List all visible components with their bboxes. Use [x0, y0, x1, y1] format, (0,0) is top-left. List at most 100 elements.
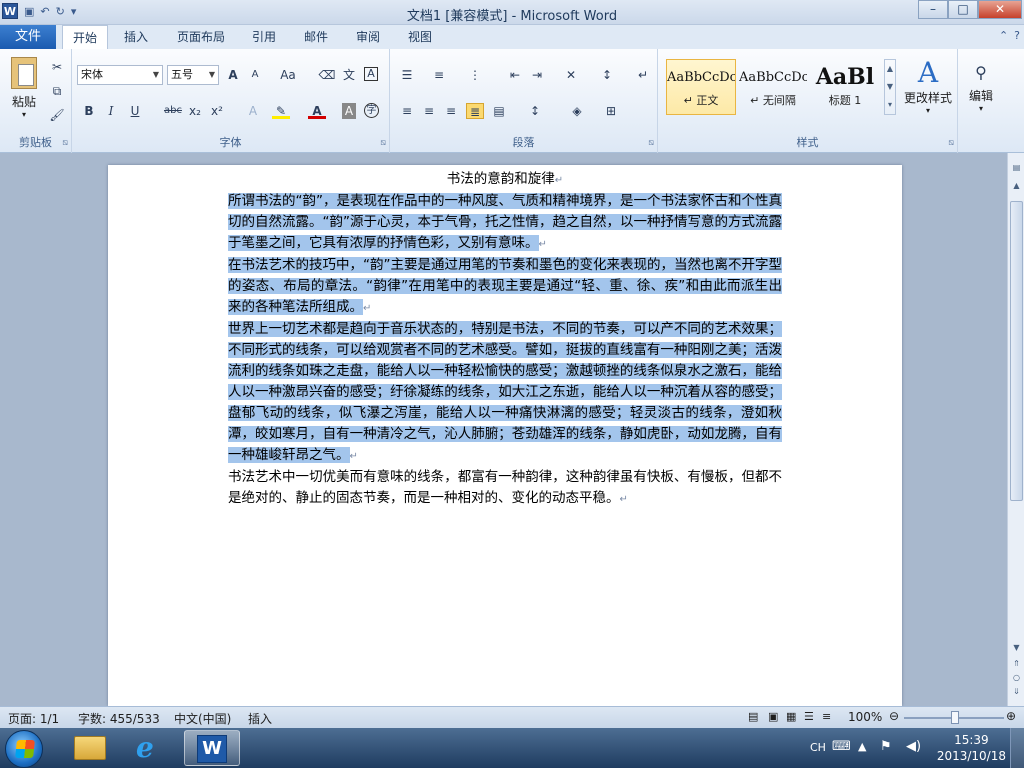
scroll-down-icon[interactable]: ▼ — [1010, 643, 1023, 657]
phonetic-guide-icon[interactable]: 文 — [340, 67, 358, 83]
font-color-button[interactable]: A — [308, 103, 326, 119]
asian-layout-icon[interactable]: ✕ — [562, 67, 580, 83]
close-button[interactable]: ✕ — [978, 0, 1022, 19]
shading-icon[interactable]: ◈ — [568, 103, 586, 119]
system-clock[interactable]: 15:39 2013/10/18 — [937, 732, 1006, 764]
bullets-icon[interactable]: ☰ — [398, 67, 416, 83]
insert-mode[interactable]: 插入 — [248, 710, 272, 727]
style-normal[interactable]: AaBbCcDc ↵ 正文 — [666, 59, 736, 115]
font-group-label: 字体 — [219, 136, 242, 149]
bold-button[interactable]: B — [80, 103, 98, 119]
multilevel-list-icon[interactable]: ⋮ — [466, 67, 484, 83]
enclose-chars-icon[interactable]: 字 — [364, 103, 379, 118]
change-case-button[interactable]: Aa — [276, 67, 300, 83]
clipboard-launcher-icon[interactable]: ⧅ — [62, 138, 68, 148]
tab-references[interactable]: 引用 — [244, 25, 284, 49]
char-shading-icon[interactable]: A — [342, 103, 356, 119]
align-center-icon[interactable]: ≡ — [420, 103, 438, 119]
document-body[interactable]: 书法的意韵和旋律↵ 所谓书法的“韵”，是表现在作品中的一种风度、气质和精神境界，… — [228, 169, 782, 510]
tab-insert[interactable]: 插入 — [116, 25, 156, 49]
font-launcher-icon[interactable]: ⧅ — [380, 138, 386, 148]
superscript-button[interactable]: x² — [208, 103, 226, 119]
show-hidden-icons-icon[interactable]: ▲ — [858, 740, 866, 753]
tab-review[interactable]: 审阅 — [348, 25, 388, 49]
word-count[interactable]: 字数: 455/533 — [78, 710, 160, 727]
sort-icon[interactable]: ↕ — [598, 67, 616, 83]
paragraph-launcher-icon[interactable]: ⧅ — [648, 138, 654, 148]
numbering-icon[interactable]: ≡ — [430, 67, 448, 83]
styles-launcher-icon[interactable]: ⧅ — [948, 138, 954, 148]
font-name-select[interactable]: 宋体 ▼ — [77, 65, 163, 85]
network-icon[interactable]: ⚑ — [880, 739, 892, 754]
input-method-indicator[interactable]: CH — [810, 741, 826, 754]
underline-button[interactable]: U — [126, 103, 144, 119]
draft-view-icon[interactable]: ≡ — [822, 710, 831, 723]
italic-button[interactable]: I — [102, 103, 120, 119]
start-button[interactable] — [5, 730, 43, 768]
scroll-up-icon[interactable]: ▲ — [1010, 181, 1023, 195]
taskbar-ie[interactable]: e — [122, 730, 178, 766]
text-effects-icon[interactable]: A — [244, 103, 262, 119]
vertical-scrollbar[interactable]: ▤ ▲ ▼ ⇑ ○ ⇓ — [1007, 153, 1024, 706]
zoom-slider-thumb[interactable] — [951, 711, 959, 724]
char-border-icon[interactable]: A — [364, 67, 378, 81]
tab-view[interactable]: 视图 — [400, 25, 440, 49]
zoom-out-icon[interactable]: ⊖ — [889, 709, 899, 723]
subscript-button[interactable]: x₂ — [186, 103, 204, 119]
scroll-thumb[interactable] — [1010, 201, 1023, 501]
style-heading1[interactable]: AaBl 标题 1 — [810, 59, 880, 115]
full-screen-reading-icon[interactable]: ▣ — [768, 710, 778, 723]
cut-icon[interactable]: ✂ — [48, 59, 66, 75]
volume-icon[interactable]: ◀) — [906, 739, 921, 754]
tab-home[interactable]: 开始 — [62, 25, 108, 50]
ruler-toggle-icon[interactable]: ▤ — [1010, 163, 1023, 177]
document-page[interactable]: 书法的意韵和旋律↵ 所谓书法的“韵”，是表现在作品中的一种风度、气质和精神境界，… — [108, 165, 902, 706]
language-indicator[interactable]: 中文(中国) — [174, 710, 231, 727]
print-layout-icon[interactable]: ▤ — [748, 710, 758, 723]
grow-font-button[interactable]: A — [224, 67, 242, 83]
previous-page-icon[interactable]: ⇑ — [1010, 659, 1023, 673]
tab-mailings[interactable]: 邮件 — [296, 25, 336, 49]
highlight-icon[interactable]: ✎ — [272, 103, 290, 119]
strikethrough-button[interactable]: abc — [162, 103, 184, 119]
editing-button[interactable]: ⚲ 编辑 ▾ — [964, 61, 998, 113]
tab-file[interactable]: 文件 — [0, 25, 56, 49]
show-desktop-button[interactable] — [1010, 728, 1024, 768]
minimize-button[interactable]: – — [918, 0, 948, 19]
paste-dropdown-icon[interactable]: ▾ — [6, 110, 42, 119]
font-group: 宋体 ▼ 五号 ▼ A A Aa ⌫ 文 A B I U abc x₂ x² A ✎… — [72, 49, 390, 153]
format-painter-icon[interactable]: 🖌 — [48, 107, 66, 123]
copy-icon[interactable]: ⧉ — [48, 83, 66, 99]
maximize-button[interactable]: □ — [948, 0, 978, 19]
page-count[interactable]: 页面: 1/1 — [8, 710, 59, 727]
font-size-select[interactable]: 五号 ▼ — [167, 65, 219, 85]
show-marks-icon[interactable]: ↵ — [634, 67, 652, 83]
justify-icon[interactable]: ≣ — [466, 103, 484, 119]
help-icon[interactable]: ? — [1014, 29, 1020, 42]
paste-button[interactable]: 粘贴 ▾ — [6, 57, 42, 119]
keyboard-icon[interactable]: ⌨ — [832, 739, 851, 754]
increase-indent-icon[interactable]: ⇥ — [528, 67, 546, 83]
minimize-ribbon-icon[interactable]: ⌃ — [999, 29, 1008, 42]
outline-view-icon[interactable]: ☰ — [804, 710, 814, 723]
clear-format-icon[interactable]: ⌫ — [318, 67, 336, 83]
next-page-icon[interactable]: ⇓ — [1010, 687, 1023, 701]
change-styles-button[interactable]: A 更改样式 ▾ — [900, 57, 956, 116]
taskbar-word[interactable]: W — [184, 730, 240, 766]
line-spacing-icon[interactable]: ↕ — [526, 103, 544, 119]
tab-page-layout[interactable]: 页面布局 — [168, 25, 234, 49]
borders-icon[interactable]: ⊞ — [602, 103, 620, 119]
align-right-icon[interactable]: ≡ — [442, 103, 460, 119]
web-layout-icon[interactable]: ▦ — [786, 710, 796, 723]
decrease-indent-icon[interactable]: ⇤ — [506, 67, 524, 83]
style-no-spacing[interactable]: AaBbCcDc ↵ 无间隔 — [738, 59, 808, 115]
shrink-font-button[interactable]: A — [246, 67, 264, 83]
browse-object-icon[interactable]: ○ — [1010, 673, 1023, 687]
taskbar-explorer[interactable] — [62, 730, 118, 766]
styles-scroll[interactable]: ▲ ▼ ▾ — [884, 59, 896, 115]
style-sample: AaBbCcDc — [667, 70, 735, 85]
align-left-icon[interactable]: ≡ — [398, 103, 416, 119]
distributed-icon[interactable]: ▤ — [490, 103, 508, 119]
zoom-level[interactable]: 100% — [848, 710, 882, 724]
zoom-in-icon[interactable]: ⊕ — [1006, 709, 1016, 723]
